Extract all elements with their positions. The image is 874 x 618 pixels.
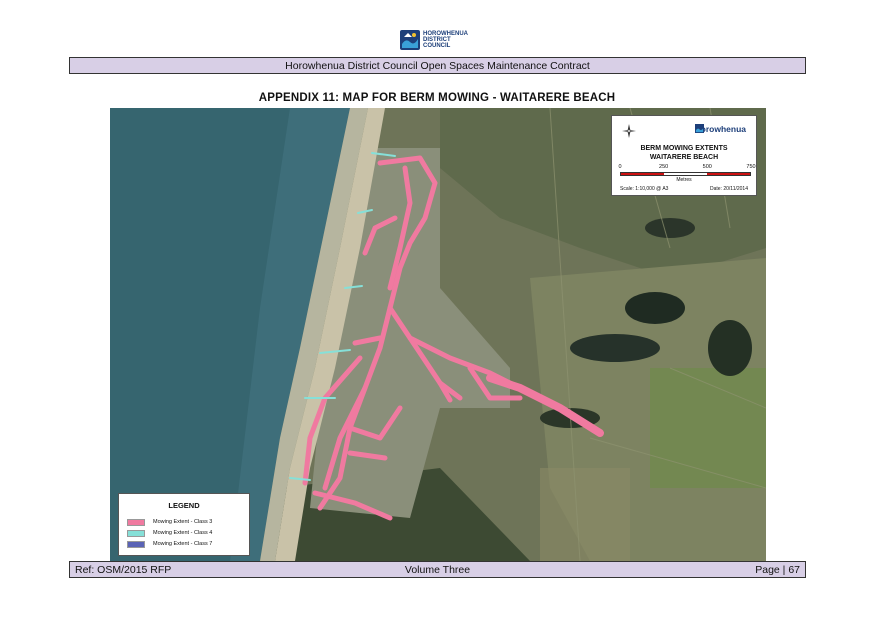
council-logo-small-icon: [694, 124, 704, 133]
legend-swatch-class3: [127, 518, 145, 526]
info-title-line2: WAITARERE BEACH: [649, 154, 719, 161]
scale-tick-500: 500: [702, 164, 712, 170]
info-title-line1: BERM MOWING EXTENTS: [640, 145, 728, 152]
legend-label-class4: Mowing Extent - Class 4: [153, 530, 213, 536]
legend-label-class3: Mowing Extent - Class 3: [153, 519, 213, 525]
header-bar: Horowhenua District Council Open Spaces …: [69, 57, 806, 74]
legend-item-class3: Mowing Extent - Class 3: [127, 518, 212, 526]
info-brand: Horowhenua: [694, 124, 746, 134]
logo-line3: COUNCIL: [423, 43, 451, 49]
scale-segment-3: [707, 173, 750, 175]
scale-ticks: 0 250 500 750: [618, 164, 755, 171]
scale-bar: [620, 172, 751, 176]
footer-volume: Volume Three: [404, 564, 471, 576]
council-logo: HOROWHENUA DISTRICT COUNCIL: [400, 28, 480, 52]
aerial-map[interactable]: LEGEND Mowing Extent - Class 3 Mowing Ex…: [110, 108, 766, 561]
page-title: APPENDIX 11: MAP FOR BERM MOWING - WAITA…: [258, 92, 616, 104]
legend-swatch-class7: [127, 540, 145, 548]
date-text: Date: 20/11/2014: [710, 186, 748, 192]
scale-units: Metres: [676, 177, 692, 183]
council-logo-icon: [400, 30, 420, 50]
map-info-box: Horowhenua BERM MOWING EXTENTS WAITARERE…: [611, 115, 757, 196]
legend-item-class7: Mowing Extent - Class 7: [127, 540, 212, 548]
scale-text: Scale: 1:10,000 @ A3: [620, 186, 669, 192]
legend-item-class4: Mowing Extent - Class 4: [127, 529, 212, 537]
scale-tick-750: 750: [746, 164, 756, 170]
legend-label-class7: Mowing Extent - Class 7: [153, 541, 213, 547]
scale-segment-2: [664, 173, 707, 175]
footer-bar: Ref: OSM/2015 RFP Volume Three Page | 67: [69, 561, 806, 578]
legend-swatch-class4: [127, 529, 145, 537]
north-arrow-icon: [622, 124, 636, 138]
legend-title: LEGEND: [168, 501, 200, 510]
footer-page: Page | 67: [755, 564, 800, 576]
contract-title: Horowhenua District Council Open Spaces …: [285, 59, 590, 72]
scale-segment-1: [621, 173, 664, 175]
scale-tick-250: 250: [659, 164, 669, 170]
scale-tick-0: 0: [618, 164, 622, 170]
map-legend: LEGEND Mowing Extent - Class 3 Mowing Ex…: [118, 493, 250, 556]
